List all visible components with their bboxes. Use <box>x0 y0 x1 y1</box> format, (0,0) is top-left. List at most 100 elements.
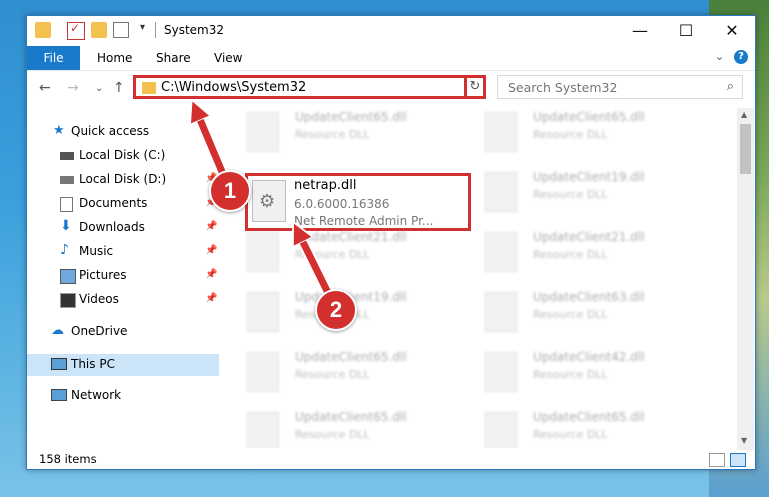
recent-locations-chevron-icon[interactable]: ⌄ <box>95 83 103 94</box>
scroll-up-icon[interactable]: ▲ <box>741 110 747 119</box>
dll-file-icon <box>485 112 517 152</box>
sidebar-item-label: Pictures <box>79 268 127 282</box>
search-box[interactable]: ⌕ <box>497 75 743 99</box>
file-name: UpdateClient65.dll <box>533 110 645 124</box>
tab-file[interactable]: File <box>27 46 80 70</box>
file-item[interactable]: UpdateClient65.dll Resource DLL <box>227 408 457 448</box>
back-arrow-icon[interactable]: ← <box>39 80 51 96</box>
sidebar-item-label: Videos <box>79 292 119 306</box>
dll-file-icon <box>485 352 517 392</box>
highlighted-file-netrap[interactable]: netrap.dll 6.0.6000.16386 Net Remote Adm… <box>245 173 471 231</box>
address-bar[interactable]: C:\Windows\System32 ⌄ <box>133 75 485 99</box>
pin-icon[interactable]: 📌 <box>205 245 217 256</box>
dll-gear-icon <box>252 180 286 222</box>
file-type: Resource DLL <box>295 428 370 441</box>
file-item[interactable]: UpdateClient21.dll Resource DLL <box>465 228 695 278</box>
sidebar-item-quick-access[interactable]: ★ Quick access <box>27 121 219 143</box>
film-strip-icon <box>60 293 76 308</box>
file-type: Resource DLL <box>533 368 608 381</box>
file-name: UpdateClient42.dll <box>533 350 645 364</box>
file-name: UpdateClient19.dll <box>533 170 645 184</box>
file-name: UpdateClient65.dll <box>533 410 645 424</box>
sidebar-item-pictures[interactable]: Pictures 📌 <box>27 265 219 287</box>
scroll-down-icon[interactable]: ▼ <box>741 436 747 445</box>
sidebar-item-local-disk-c[interactable]: Local Disk (C:) <box>27 145 219 167</box>
file-type: Resource DLL <box>533 188 608 201</box>
dll-file-icon <box>247 292 279 332</box>
dll-file-icon <box>485 232 517 272</box>
maximize-button[interactable]: ☐ <box>663 16 709 46</box>
drive-icon <box>60 152 74 160</box>
view-icon[interactable] <box>113 22 129 38</box>
sidebar-item-label: OneDrive <box>71 324 128 338</box>
up-arrow-icon[interactable]: ↑ <box>113 80 125 96</box>
sidebar-item-label: Music <box>79 244 114 258</box>
file-item[interactable]: UpdateClient42.dll Resource DLL <box>465 348 695 398</box>
dll-file-icon <box>485 292 517 332</box>
file-type: Resource DLL <box>533 128 608 141</box>
forward-arrow-icon[interactable]: → <box>67 80 79 96</box>
expand-ribbon-chevron-icon[interactable]: ⌄ <box>715 50 724 63</box>
file-list: UpdateClient65.dll Resource DLL UpdateCl… <box>227 108 737 448</box>
computer-icon <box>51 358 67 370</box>
title-separator <box>155 22 156 38</box>
sidebar-item-music[interactable]: ♪ Music 📌 <box>27 241 219 263</box>
dll-file-icon <box>247 352 279 392</box>
tab-share[interactable]: Share <box>156 46 191 70</box>
file-name: UpdateClient21.dll <box>533 230 645 244</box>
dll-file-icon <box>247 232 279 272</box>
sidebar-item-label: Quick access <box>71 124 150 138</box>
tab-view[interactable]: View <box>214 46 242 70</box>
minimize-button[interactable]: — <box>617 16 663 46</box>
folder-icon <box>35 22 51 38</box>
pin-icon[interactable]: 📌 <box>205 293 217 304</box>
file-item[interactable]: UpdateClient65.dll Resource DLL <box>465 408 695 448</box>
search-icon[interactable]: ⌕ <box>727 79 734 94</box>
pin-icon[interactable]: 📌 <box>205 269 217 280</box>
status-bar: 158 items <box>27 450 755 469</box>
search-input[interactable] <box>506 79 710 96</box>
file-item[interactable]: UpdateClient65.dll Resource DLL <box>227 108 457 158</box>
dll-file-icon <box>485 412 517 448</box>
close-button[interactable]: ✕ <box>709 16 755 46</box>
file-type: Resource DLL <box>533 308 608 321</box>
file-item[interactable]: UpdateClient19.dll Resource DLL <box>465 168 695 218</box>
sidebar-item-network[interactable]: Network <box>27 385 219 407</box>
file-item[interactable]: UpdateClient65.dll Resource DLL <box>465 108 695 158</box>
refresh-icon[interactable]: ↻ <box>464 75 486 99</box>
sidebar-item-downloads[interactable]: ⬇ Downloads 📌 <box>27 217 219 239</box>
file-name: UpdateClient65.dll <box>295 350 407 364</box>
sidebar-item-label: Downloads <box>79 220 145 234</box>
file-item[interactable]: UpdateClient21.dll Resource DLL <box>227 228 457 278</box>
file-type: Resource DLL <box>295 248 370 261</box>
pin-icon[interactable]: 📌 <box>205 221 217 232</box>
address-path[interactable]: C:\Windows\System32 <box>161 80 306 95</box>
new-folder-icon[interactable] <box>91 22 107 38</box>
properties-icon[interactable] <box>67 21 85 40</box>
file-item[interactable]: UpdateClient65.dll Resource DLL <box>227 348 457 398</box>
sidebar-item-label: Network <box>71 388 122 402</box>
documents-icon <box>60 197 73 212</box>
file-description: Net Remote Admin Pr... <box>294 214 434 228</box>
file-type: Resource DLL <box>295 368 370 381</box>
tab-home[interactable]: Home <box>97 46 132 70</box>
sidebar-item-onedrive[interactable]: ☁ OneDrive <box>27 321 219 343</box>
step-badge-1: 1 <box>209 170 251 212</box>
help-icon[interactable]: ? <box>734 50 748 64</box>
file-name: netrap.dll <box>294 178 357 193</box>
file-item[interactable]: UpdateClient63.dll Resource DLL <box>465 288 695 338</box>
sidebar-item-documents[interactable]: Documents 📌 <box>27 193 219 215</box>
dll-file-icon <box>485 172 517 212</box>
details-view-icon[interactable] <box>709 453 725 467</box>
scrollbar-thumb[interactable] <box>740 124 751 174</box>
file-type: Resource DLL <box>533 428 608 441</box>
vertical-scrollbar[interactable]: ▲ ▼ <box>737 108 754 450</box>
sidebar-item-videos[interactable]: Videos 📌 <box>27 289 219 311</box>
sidebar-item-local-disk-d[interactable]: Local Disk (D:) 📌 <box>27 169 219 191</box>
dll-file-icon <box>247 412 279 448</box>
sidebar-item-this-pc[interactable]: This PC <box>27 354 219 376</box>
file-version: 6.0.6000.16386 <box>294 197 390 211</box>
large-icons-view-icon[interactable] <box>730 453 746 467</box>
customize-toolbar-chevron-icon[interactable]: ▾ <box>140 22 145 33</box>
sidebar-item-label: Documents <box>79 196 148 210</box>
